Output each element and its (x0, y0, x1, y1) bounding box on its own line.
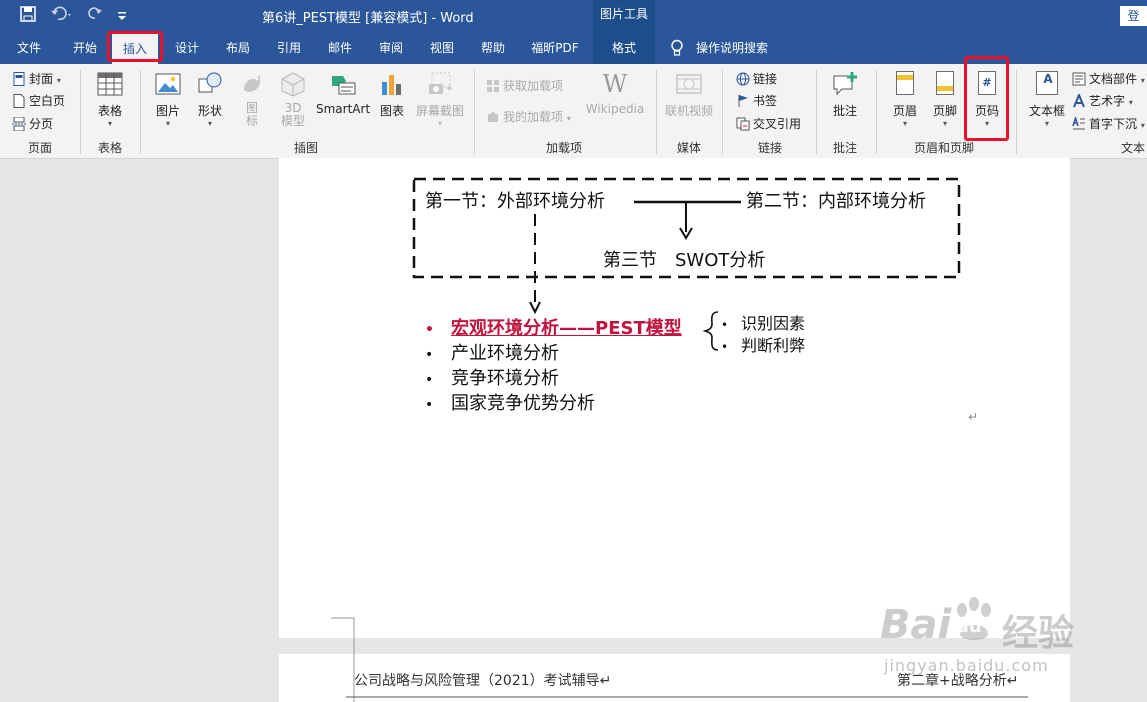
watermark-brand: Bai (880, 602, 952, 648)
bullet-dot: • (425, 347, 434, 363)
baidu-jingyan-watermark: Bai du 经验 jingyan.baidu.com (880, 594, 1100, 684)
list-item[interactable]: • 产业环境分析 (425, 339, 559, 365)
footer-left-text: 公司战略与风险管理（2021）考试辅导↵ (354, 673, 612, 689)
bullet-dot: • (721, 318, 729, 332)
watermark-du: du (956, 616, 982, 637)
list-item[interactable]: • 国家竞争优势分析 (425, 389, 595, 415)
watermark-cn: 经验 (1002, 613, 1075, 654)
list-item[interactable]: • 竞争环境分析 (425, 364, 559, 390)
list-item[interactable]: • 宏观环境分析——PEST模型 (425, 314, 682, 340)
section-two-label: 第二节：内部环境分析 (746, 191, 926, 212)
bullet-dot: • (425, 397, 434, 413)
sub-list-item[interactable]: • 判断利弊 (721, 332, 805, 356)
watermark-url: jingyan.baidu.com (884, 656, 1049, 675)
section-one-label: 第一节：外部环境分析 (425, 191, 605, 212)
bullet-dot: • (425, 372, 434, 388)
paragraph-mark: ↵ (968, 410, 979, 424)
section-three-label: 第三节 SWOT分析 (603, 250, 766, 271)
connector-arrow-head (529, 301, 541, 315)
curly-brace (702, 311, 719, 351)
sub-list-item[interactable]: • 识别因素 (721, 310, 805, 334)
bullet-dot: • (425, 322, 434, 338)
bullet-dot: • (721, 340, 729, 354)
page-corner-mark (331, 617, 355, 702)
